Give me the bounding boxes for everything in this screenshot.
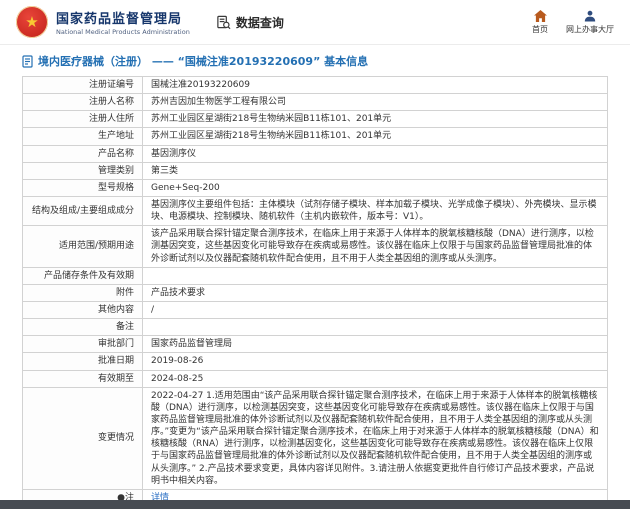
row-value: 产品技术要求 xyxy=(142,283,608,302)
logo-star-icon: ★ xyxy=(25,12,39,31)
row-label: 产品储存条件及有效期 xyxy=(22,266,143,285)
row-label: 批准日期 xyxy=(22,352,143,371)
row-label: 审批部门 xyxy=(22,335,143,354)
nmpa-logo: ★ xyxy=(16,6,48,38)
table-row: 结构及组成/主要组成成分 基因测序仪主要组件包括：主体模块（试剂存储子模块、样本加… xyxy=(22,195,608,227)
table-row: 适用范围/预期用途 该产品采用联合探针锚定聚合测序技术，在临床上用于来源于人体样本… xyxy=(22,225,608,268)
row-value: 国械注准20193220609 xyxy=(142,75,608,95)
table-row: 注册证编号 国械注准20193220609 xyxy=(22,75,608,95)
row-label: 备注 xyxy=(22,318,143,337)
row-label: 附件 xyxy=(22,283,143,302)
header: ★ 国家药品监督管理局 National Medical Products Ad… xyxy=(0,0,630,45)
row-value: 国家药品监督管理局 xyxy=(142,335,608,354)
table-row: 注册人名称 苏州吉因加生物医学工程有限公司 xyxy=(22,93,608,112)
table-row: 生产地址 苏州工业园区星湖街218号生物纳米园B11栋101、201单元 xyxy=(22,127,608,146)
nav-service-hall-label: 网上办事大厅 xyxy=(566,24,614,34)
row-label: 注册人住所 xyxy=(22,110,143,129)
user-icon xyxy=(584,10,596,21)
row-label: 管理类别 xyxy=(22,161,143,180)
row-value: 基因测序仪主要组件包括：主体模块（试剂存储子模块、样本加载子模块、光学成像子模块… xyxy=(142,195,608,227)
nav-home-label: 首页 xyxy=(532,24,548,34)
table-row: 备注 xyxy=(22,318,608,337)
org-name-en: National Medical Products Administration xyxy=(56,28,190,36)
page-title-text: 境内医疗器械（注册） —— “国械注准20193220609” 基本信息 xyxy=(38,55,369,68)
row-value xyxy=(142,266,608,285)
row-value: 苏州吉因加生物医学工程有限公司 xyxy=(142,93,608,112)
row-value: 2019-08-26 xyxy=(142,352,608,371)
table-row: 有效期至 2024-08-25 xyxy=(22,369,608,388)
row-label: 注册证编号 xyxy=(22,75,143,95)
row-value: 该产品采用联合探针锚定聚合测序技术，在临床上用于来源于人体样本的脱氧核糖核酸（D… xyxy=(142,225,608,268)
table-row: 变更情况 2022-04-27 1.适用范围由“该产品采用联合探针锚定聚合测序技术… xyxy=(22,386,608,490)
org-name: 国家药品监督管理局 xyxy=(56,12,183,27)
row-value-change-history: 2022-04-27 1.适用范围由“该产品采用联合探针锚定聚合测序技术，在临床… xyxy=(142,386,608,490)
main-content: 境内医疗器械（注册） —— “国械注准20193220609” 基本信息 注册证… xyxy=(0,45,630,507)
table-row: 型号规格 Gene+Seq-200 xyxy=(22,178,608,197)
row-value: Gene+Seq-200 xyxy=(142,178,608,197)
table-row: 附件 产品技术要求 xyxy=(22,283,608,302)
table-row: 产品名称 基因测序仪 xyxy=(22,144,608,163)
table-row: 产品储存条件及有效期 xyxy=(22,266,608,285)
row-label: 适用范围/预期用途 xyxy=(22,225,143,268)
row-label: 型号规格 xyxy=(22,178,143,197)
nav-service-hall[interactable]: 网上办事大厅 xyxy=(566,10,614,35)
row-label: 注册人名称 xyxy=(22,93,143,112)
nav-home[interactable]: 首页 xyxy=(532,9,548,35)
row-label: 变更情况 xyxy=(22,386,143,490)
row-value: 基因测序仪 xyxy=(142,144,608,163)
row-label: 产品名称 xyxy=(22,144,143,163)
row-value: / xyxy=(142,300,608,320)
footer-bar xyxy=(0,500,630,509)
nav-data-query-label: 数据查询 xyxy=(235,15,284,30)
row-value: 第三类 xyxy=(142,161,608,180)
detail-table: 注册证编号 国械注准20193220609 注册人名称 苏州吉因加生物医学工程有限公… xyxy=(22,75,608,507)
row-value: 苏州工业园区星湖街218号生物纳米园B11栋101、201单元 xyxy=(142,110,608,129)
row-value: 苏州工业园区星湖街218号生物纳米园B11栋101、201单元 xyxy=(142,127,608,146)
nav-data-query[interactable]: 数据查询 xyxy=(216,14,284,31)
home-icon xyxy=(533,9,547,22)
table-row: 注册人住所 苏州工业园区星湖街218号生物纳米园B11栋101、201单元 xyxy=(22,110,608,129)
row-value xyxy=(142,318,608,337)
org-block: 国家药品监督管理局 National Medical Products Admi… xyxy=(56,8,190,36)
row-label: 有效期至 xyxy=(22,369,143,388)
page-title: 境内医疗器械（注册） —— “国械注准20193220609” 基本信息 xyxy=(22,53,608,69)
table-row: 其他内容 / xyxy=(22,300,608,320)
data-query-icon xyxy=(217,15,231,29)
row-value: 2024-08-25 xyxy=(142,369,608,388)
page: ★ 国家药品监督管理局 National Medical Products Ad… xyxy=(0,0,630,509)
table-row: 审批部门 国家药品监督管理局 xyxy=(22,335,608,354)
row-label: 其他内容 xyxy=(22,300,143,320)
row-label: 结构及组成/主要组成成分 xyxy=(22,195,143,227)
table-row: 管理类别 第三类 xyxy=(22,161,608,180)
table-row: 批准日期 2019-08-26 xyxy=(22,352,608,371)
row-label: 生产地址 xyxy=(22,127,143,146)
document-icon xyxy=(22,54,33,68)
